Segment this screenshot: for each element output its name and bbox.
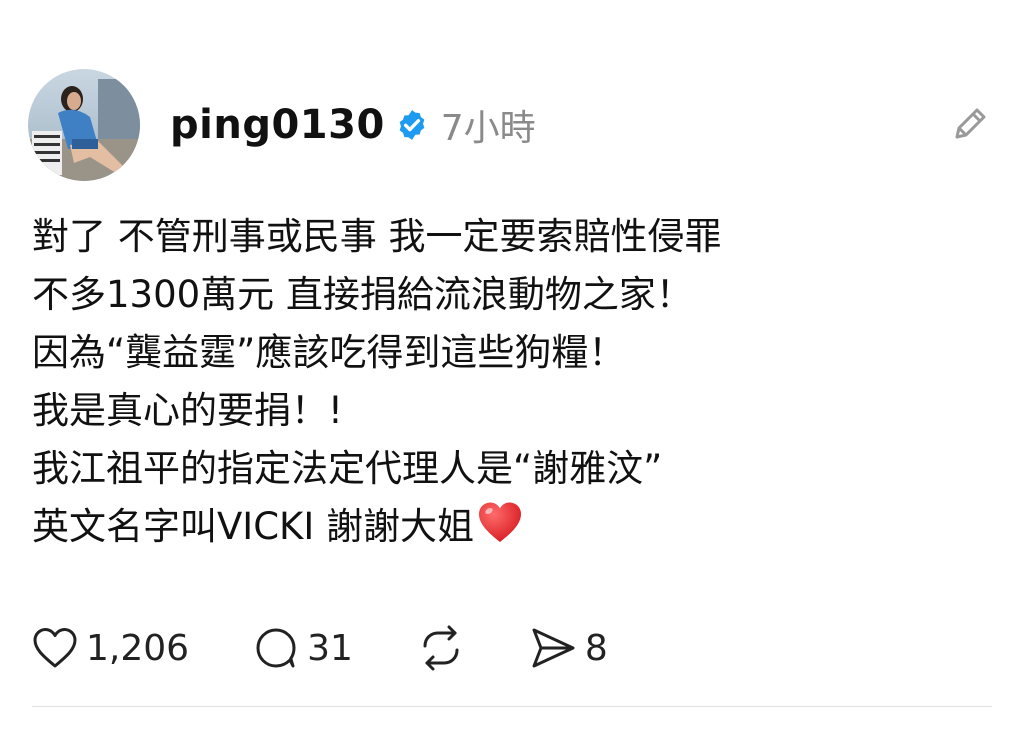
post-actions: 1,206 31 8 (32, 622, 608, 674)
comment-bubble-icon (256, 628, 296, 668)
post-divider (32, 706, 992, 707)
post-body-line: 不多1300萬元 直接捐給流浪動物之家！ (32, 273, 693, 316)
repost-arrows-icon (423, 625, 459, 671)
post-body-line-last: 英文名字叫VICKI 謝謝大姐 (32, 498, 992, 556)
username[interactable]: ping0130 (170, 102, 385, 148)
comment-count: 31 (307, 627, 353, 669)
share-count: 8 (584, 627, 608, 669)
repost-button[interactable] (417, 624, 465, 672)
like-count: 1,206 (86, 627, 190, 669)
avatar[interactable] (28, 69, 140, 181)
like-button[interactable]: 1,206 (32, 626, 189, 670)
post-body-line: 對了 不管刑事或民事 我一定要索賠性侵罪 (32, 215, 722, 258)
post-body-line: 我是真心的要捐！! (32, 389, 343, 432)
avatar-photo (28, 69, 140, 181)
heart-outline-icon (33, 628, 77, 668)
verified-badge-icon (399, 110, 425, 140)
post-body-line: 因為“龔益霆”應該吃得到這些狗糧！ (32, 331, 626, 374)
post-header: ping0130 7小時 (28, 66, 536, 184)
post-timestamp: 7小時 (440, 108, 536, 149)
post-body-line: 我江祖平的指定法定代理人是“謝雅汶” (32, 447, 663, 490)
thread-post: ping0130 7小時 對了 不管刑事或民事 我一定要索賠性侵罪 不多1300… (0, 0, 1024, 742)
comment-button[interactable]: 31 (253, 625, 353, 671)
post-body: 對了 不管刑事或民事 我一定要索賠性侵罪 不多1300萬元 直接捐給流浪動物之家… (32, 208, 992, 556)
post-body-line-text: 英文名字叫VICKI 謝謝大姐 (32, 505, 474, 548)
edit-pencil-icon[interactable] (948, 102, 992, 146)
share-button[interactable]: 8 (529, 625, 608, 671)
send-paper-plane-icon (532, 628, 575, 668)
red-heart-icon (479, 502, 521, 542)
